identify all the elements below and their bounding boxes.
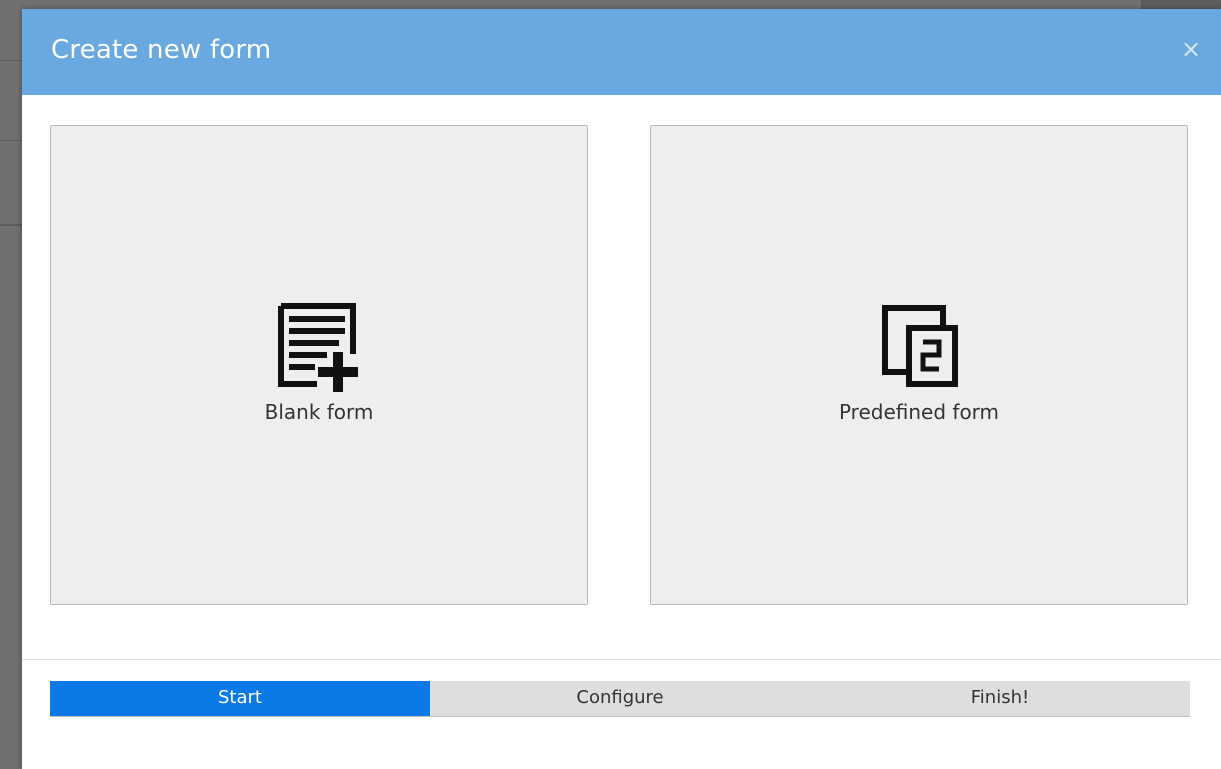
blank-form-label: Blank form	[264, 400, 374, 424]
wizard-steps: Start Configure Finish!	[50, 681, 1190, 717]
dialog-title: Create new form	[51, 35, 272, 65]
footer-divider	[22, 659, 1221, 660]
blank-form-add-icon	[273, 302, 365, 398]
step-finish[interactable]: Finish!	[810, 681, 1190, 716]
create-form-dialog: Create new form × Blank form Predefined …	[22, 9, 1221, 769]
predefined-form-option[interactable]: Predefined form	[650, 125, 1188, 605]
backdrop-divider	[0, 60, 22, 61]
predefined-form-copy-icon	[873, 302, 965, 398]
dialog-header: Create new form ×	[22, 9, 1221, 95]
blank-form-option[interactable]: Blank form	[50, 125, 588, 605]
close-icon[interactable]: ×	[1179, 37, 1203, 61]
step-configure[interactable]: Configure	[430, 681, 810, 716]
predefined-form-label: Predefined form	[838, 400, 1000, 424]
backdrop-divider	[0, 224, 22, 226]
backdrop-divider	[0, 140, 22, 141]
step-start[interactable]: Start	[50, 681, 430, 716]
